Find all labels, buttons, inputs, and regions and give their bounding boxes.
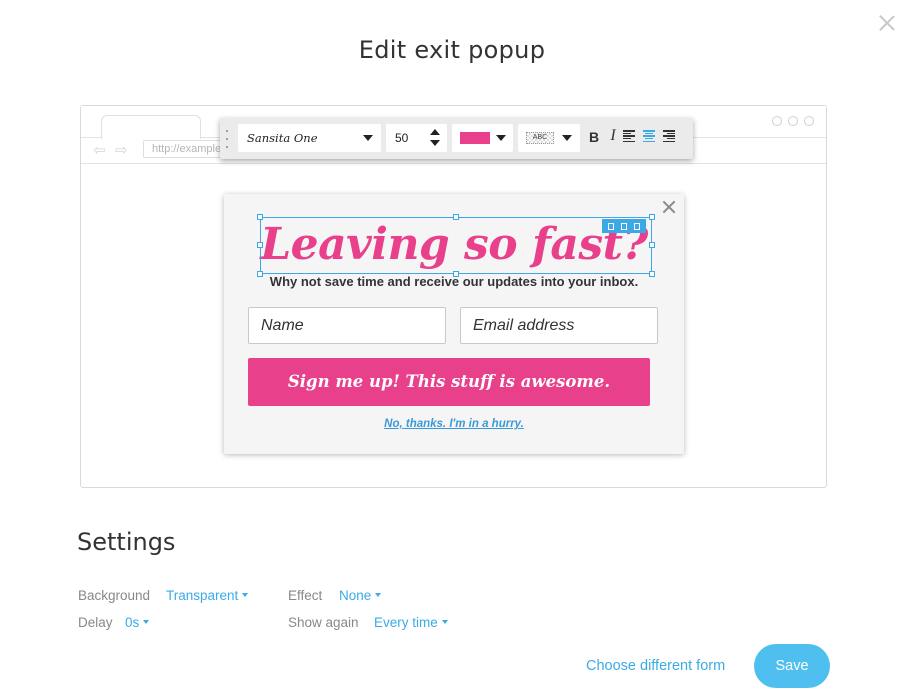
name-input[interactable]: Name [248, 307, 446, 344]
background-setting-dropdown[interactable]: Transparent [166, 588, 249, 603]
window-dot-icon [772, 116, 782, 126]
popup-close-icon[interactable] [662, 200, 676, 214]
choose-different-form-link[interactable]: Choose different form [586, 658, 725, 674]
window-dot-icon [804, 116, 814, 126]
font-family-select[interactable]: Sansita One [238, 124, 381, 152]
settings-title: Settings [77, 528, 176, 556]
decline-link[interactable]: No, thanks. I'm in a hurry. [224, 418, 684, 430]
show-again-setting-value: Every time [374, 615, 438, 630]
resize-handle[interactable] [649, 242, 655, 248]
effect-setting-value: None [339, 588, 372, 603]
resize-handle[interactable] [257, 214, 263, 220]
effect-setting-label: Effect [288, 588, 323, 603]
element-tools [602, 219, 646, 233]
chevron-down-icon [496, 135, 506, 141]
stepper-up-icon[interactable] [430, 129, 440, 135]
chevron-down-icon [143, 620, 150, 625]
chevron-down-icon [363, 135, 373, 141]
background-setting-value: Transparent [166, 588, 239, 603]
show-again-setting-dropdown[interactable]: Every time [374, 615, 448, 630]
window-dot-icon [788, 116, 798, 126]
delay-setting-value: 0s [125, 615, 140, 630]
align-center-icon[interactable] [643, 130, 655, 142]
drag-handle-icon[interactable] [226, 130, 230, 148]
italic-button[interactable]: I [605, 127, 621, 145]
delay-setting-label: Delay [78, 615, 113, 630]
text-color-swatch [460, 132, 490, 144]
background-color-picker[interactable]: ABC [518, 124, 580, 152]
back-arrow-icon: ⇦ [93, 141, 106, 159]
resize-handle[interactable] [257, 242, 263, 248]
close-modal-icon[interactable] [876, 12, 898, 34]
layers-icon[interactable] [620, 222, 627, 230]
align-right-icon[interactable] [663, 130, 675, 142]
signup-button[interactable]: Sign me up! This stuff is awesome. [248, 358, 650, 406]
chevron-down-icon [441, 620, 448, 625]
transparent-swatch-icon: ABC [526, 132, 554, 144]
forward-arrow-icon: ⇨ [115, 141, 128, 159]
popup-subline[interactable]: Why not save time and receive our update… [224, 274, 684, 289]
delay-setting-dropdown[interactable]: 0s [125, 615, 150, 630]
exit-popup-preview: Leaving so fast? Why not save time and r… [224, 194, 684, 454]
chevron-down-icon [375, 593, 382, 598]
text-color-picker[interactable] [452, 124, 513, 152]
text-selection-box [257, 214, 655, 277]
window-controls [772, 116, 814, 126]
show-again-setting-label: Show again [288, 615, 359, 630]
text-format-toolbar: Sansita One 50 ABC B I [220, 118, 693, 159]
resize-handle[interactable] [649, 214, 655, 220]
copy-icon[interactable] [608, 222, 615, 230]
stepper-down-icon[interactable] [430, 140, 440, 146]
trash-icon[interactable] [633, 222, 640, 230]
bold-button[interactable]: B [586, 129, 602, 147]
background-setting-label: Background [78, 588, 151, 603]
email-input[interactable]: Email address [460, 307, 658, 344]
font-size-stepper[interactable]: 50 [386, 124, 447, 152]
modal-title: Edit exit popup [358, 36, 546, 64]
align-left-icon[interactable] [623, 130, 635, 142]
save-button[interactable]: Save [754, 644, 830, 688]
chevron-down-icon [562, 135, 572, 141]
font-size-value: 50 [395, 131, 409, 145]
chevron-down-icon [242, 593, 249, 598]
effect-setting-dropdown[interactable]: None [339, 588, 382, 603]
font-family-value: Sansita One [247, 131, 318, 145]
resize-handle[interactable] [453, 214, 459, 220]
browser-tab [101, 115, 201, 139]
